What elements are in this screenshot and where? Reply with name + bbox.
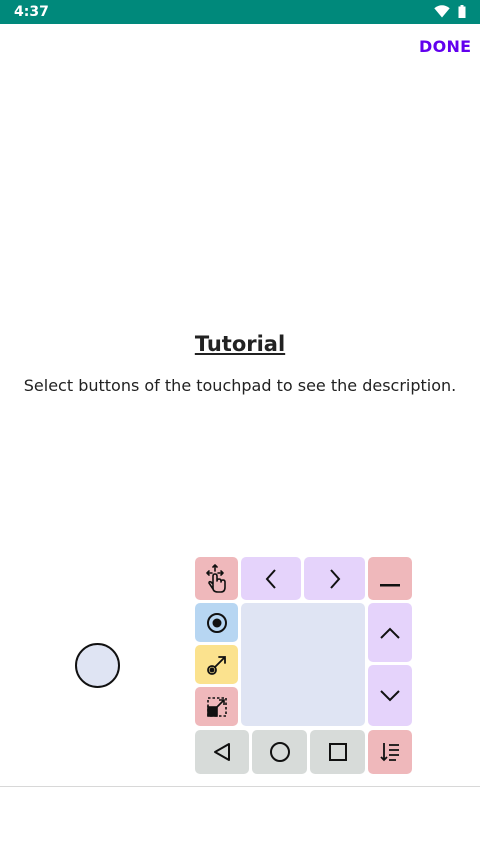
resize-button[interactable] (195, 687, 238, 726)
touchpad-area[interactable] (241, 603, 365, 726)
chevron-left-icon (265, 568, 276, 589)
resize-icon (206, 696, 227, 717)
triangle-back-icon (214, 743, 230, 761)
drag-swipe-button[interactable] (195, 645, 238, 684)
status-bar: 4:37 (0, 0, 480, 24)
tap-button[interactable] (195, 603, 238, 642)
status-time: 4:37 (14, 4, 49, 20)
sort-menu-button[interactable] (368, 730, 412, 774)
done-button[interactable]: DONE (419, 37, 471, 56)
radio-target-icon (206, 612, 227, 633)
back-nav-button[interactable] (195, 730, 249, 774)
tutorial-title: Tutorial (194, 332, 286, 356)
chevron-up-icon (380, 627, 400, 639)
tutorial-description: Select buttons of the touchpad to see th… (23, 376, 457, 395)
square-recents-icon (328, 743, 347, 761)
recents-nav-button[interactable] (310, 730, 365, 774)
swipe-arrow-icon (206, 655, 226, 675)
bottom-divider (0, 786, 480, 787)
cursor-pointer[interactable] (75, 643, 120, 688)
minus-icon (380, 583, 400, 586)
wifi-icon (434, 5, 450, 18)
chevron-down-icon (380, 689, 400, 701)
battery-icon (458, 5, 466, 18)
scroll-left-button[interactable] (241, 557, 301, 600)
home-nav-button[interactable] (252, 730, 307, 774)
sort-list-icon (380, 743, 399, 762)
move-touchpad-button[interactable] (195, 557, 238, 600)
minimize-button[interactable] (368, 557, 412, 600)
scroll-right-button[interactable] (304, 557, 365, 600)
scroll-down-button[interactable] (368, 665, 412, 726)
scroll-up-button[interactable] (368, 603, 412, 662)
drag-hand-icon (205, 563, 226, 593)
status-icons (434, 5, 466, 18)
circle-home-icon (269, 742, 290, 762)
chevron-right-icon (329, 568, 340, 589)
